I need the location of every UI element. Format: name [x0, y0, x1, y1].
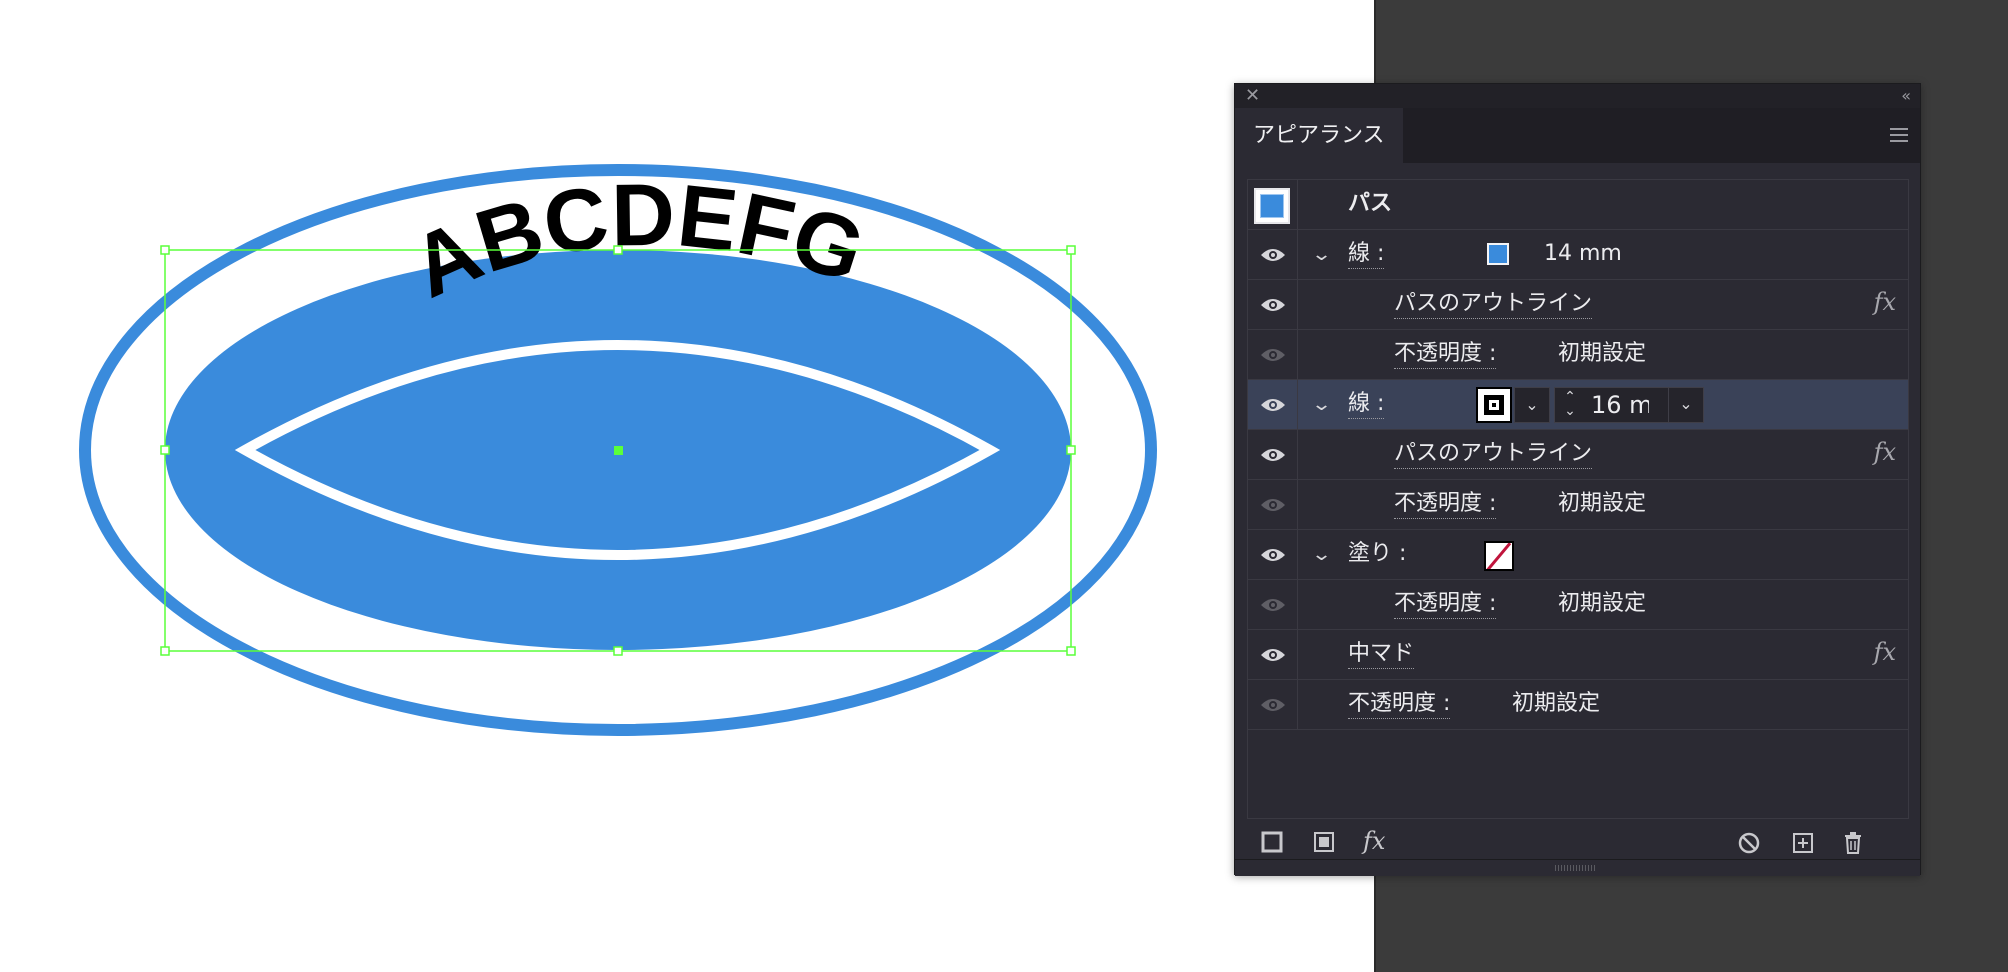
stepper-arrows-icon[interactable]: ⌃ ⌄ — [1561, 390, 1579, 418]
effect-row-outline-2[interactable]: パスのアウトライン fx — [1248, 430, 1908, 480]
opacity-label[interactable]: 不透明度 : — [1394, 490, 1497, 519]
row-gutter — [1248, 480, 1298, 529]
eye-icon[interactable] — [1260, 297, 1286, 313]
path-thumbnail — [1254, 188, 1290, 224]
pathfinder-exclude-row[interactable]: 中マド fx — [1248, 630, 1908, 680]
stroke-weight-dropdown[interactable]: ⌄ — [1668, 387, 1703, 423]
eye-icon[interactable] — [1260, 247, 1286, 263]
row-gutter — [1248, 530, 1298, 579]
stroke-row-1[interactable]: ⌄ 線 : 14 mm — [1248, 230, 1908, 280]
fill-label[interactable]: 塗り : — [1348, 540, 1406, 568]
row-gutter — [1248, 430, 1298, 479]
row-gutter — [1248, 580, 1298, 629]
grip-icon — [1555, 865, 1595, 871]
chevron-down-icon[interactable]: ⌄ — [1311, 544, 1332, 565]
row-gutter — [1248, 680, 1298, 729]
clear-appearance-icon[interactable] — [1737, 831, 1761, 855]
stroke-weight-input[interactable]: 16 mm — [1591, 391, 1649, 419]
opacity-label[interactable]: 不透明度 : — [1348, 690, 1451, 719]
opacity-value: 初期設定 — [1512, 691, 1601, 716]
opacity-value: 初期設定 — [1558, 341, 1647, 366]
effect-label[interactable]: パスのアウトライン — [1394, 290, 1593, 319]
hamburger-menu-icon[interactable] — [1890, 128, 1908, 142]
fx-icon[interactable]: fx — [1874, 438, 1896, 466]
chevron-down-icon[interactable]: ⌄ — [1311, 394, 1332, 415]
eye-icon[interactable] — [1260, 647, 1286, 663]
opacity-row-3[interactable]: 不透明度 : 初期設定 — [1248, 580, 1908, 630]
chevron-down-icon[interactable]: ⌄ — [1311, 244, 1332, 265]
panel-resize-handle[interactable] — [1235, 859, 1920, 876]
header-title: パス — [1348, 191, 1393, 216]
appearance-list: パス ⌄ 線 : 14 mm パスのアウトライン fx 不透明度 : 初期設定 … — [1247, 179, 1909, 819]
opacity-value: 初期設定 — [1558, 491, 1647, 516]
add-new-effect-icon[interactable]: fx — [1363, 827, 1385, 855]
double-chevron-left-icon[interactable]: ‹‹ — [1901, 86, 1911, 106]
effect-label[interactable]: 中マド — [1348, 640, 1415, 669]
row-gutter — [1248, 380, 1298, 429]
close-icon[interactable]: ✕ — [1245, 85, 1260, 107]
effect-row-outline-1[interactable]: パスのアウトライン fx — [1248, 280, 1908, 330]
add-new-fill-icon[interactable] — [1313, 831, 1335, 853]
artboard-canvas[interactable]: ABCDEFG — [0, 0, 1374, 972]
opacity-value: 初期設定 — [1558, 591, 1647, 616]
stroke-color-swatch[interactable] — [1487, 243, 1509, 265]
stroke-weight-stepper[interactable]: ⌃⌄ 16 mm ⌄ — [1554, 387, 1704, 423]
row-gutter — [1248, 280, 1298, 329]
tab-appearance[interactable]: アピアランス — [1235, 108, 1403, 163]
fx-icon[interactable]: fx — [1874, 638, 1896, 666]
opacity-label[interactable]: 不透明度 : — [1394, 340, 1497, 369]
stroke-weight-value[interactable]: 14 mm — [1544, 240, 1622, 268]
row-gutter — [1248, 330, 1298, 379]
appearance-panel: ✕ ‹‹ アピアランス パス ⌄ 線 : 14 mm パスのアウトライン fx … — [1234, 83, 1921, 876]
eye-icon[interactable] — [1260, 597, 1286, 613]
delete-item-icon[interactable] — [1841, 831, 1865, 855]
stroke-label[interactable]: 線 : — [1348, 390, 1385, 419]
panel-titlebar[interactable]: ✕ ‹‹ — [1235, 84, 1920, 108]
artwork[interactable]: ABCDEFG — [0, 0, 1374, 972]
stroke-color-swatch[interactable] — [1476, 387, 1512, 423]
eye-icon[interactable] — [1260, 447, 1286, 463]
fx-icon[interactable]: fx — [1874, 288, 1896, 316]
stroke-color-dropdown[interactable]: ⌄ — [1514, 387, 1550, 423]
eye-icon[interactable] — [1260, 547, 1286, 563]
opacity-row-object[interactable]: 不透明度 : 初期設定 — [1248, 680, 1908, 730]
effect-label[interactable]: パスのアウトライン — [1394, 440, 1593, 469]
stroke-row-2[interactable]: ⌄ 線 : ⌄ ⌃⌄ 16 mm ⌄ — [1248, 380, 1908, 430]
eye-icon[interactable] — [1260, 397, 1286, 413]
duplicate-item-icon[interactable] — [1791, 831, 1815, 855]
appearance-header-row[interactable]: パス — [1248, 180, 1908, 230]
panel-tabbar: アピアランス — [1235, 108, 1920, 163]
row-gutter — [1248, 230, 1298, 279]
fill-none-swatch[interactable] — [1484, 541, 1514, 571]
row-gutter — [1248, 630, 1298, 679]
opacity-row-1[interactable]: 不透明度 : 初期設定 — [1248, 330, 1908, 380]
fill-row[interactable]: ⌄ 塗り : — [1248, 530, 1908, 580]
eye-icon[interactable] — [1260, 697, 1286, 713]
add-new-stroke-icon[interactable] — [1261, 831, 1283, 853]
row-gutter — [1248, 180, 1298, 229]
eye-icon[interactable] — [1260, 347, 1286, 363]
eye-icon[interactable] — [1260, 497, 1286, 513]
stroke-label[interactable]: 線 : — [1348, 240, 1385, 269]
opacity-row-2[interactable]: 不透明度 : 初期設定 — [1248, 480, 1908, 530]
opacity-label[interactable]: 不透明度 : — [1394, 590, 1497, 619]
